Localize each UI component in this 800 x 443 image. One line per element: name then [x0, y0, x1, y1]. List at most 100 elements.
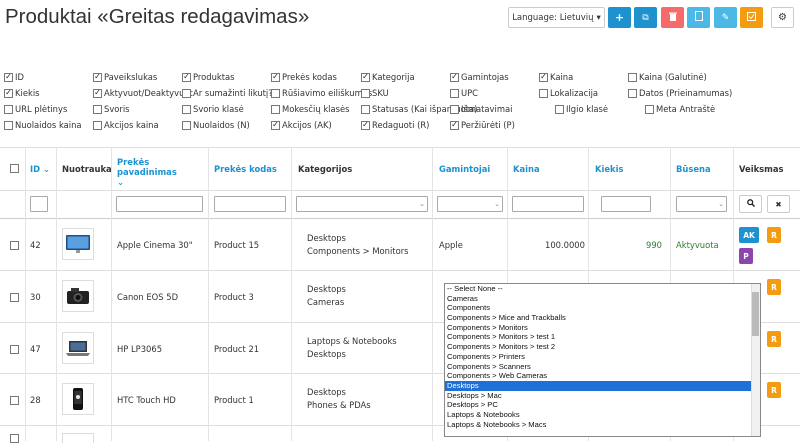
product-quantity[interactable]: 990 — [646, 240, 662, 250]
row-checkbox[interactable] — [10, 241, 19, 250]
header-id[interactable]: ID ⌄ — [30, 164, 50, 174]
view-row-button[interactable]: P — [739, 248, 753, 264]
column-toggle[interactable]: Nuolaidos (N) — [182, 120, 250, 130]
product-category[interactable]: Cameras — [307, 297, 344, 307]
column-toggle[interactable]: SKU — [361, 88, 389, 98]
checkbox[interactable] — [628, 88, 637, 98]
product-model[interactable]: Product 15 — [214, 240, 259, 250]
checkbox[interactable] — [93, 120, 102, 130]
product-model[interactable]: Product 21 — [214, 344, 259, 354]
product-thumbnail[interactable] — [62, 383, 94, 415]
filter-clear-button[interactable]: ✖ — [767, 195, 790, 213]
category-option[interactable]: Components — [445, 303, 760, 313]
checkbox[interactable]: ✓ — [93, 88, 102, 98]
product-name[interactable]: Canon EOS 5D — [117, 292, 178, 302]
column-toggle[interactable]: ✓ ID — [4, 72, 24, 82]
select-all-checkbox[interactable] — [10, 164, 19, 173]
column-toggle[interactable]: Lokalizacija — [539, 88, 598, 98]
edit-row-button[interactable]: R — [767, 227, 781, 243]
column-toggle[interactable]: Datos (Prieinamumas) — [628, 88, 732, 98]
category-option[interactable]: Components > Printers — [445, 352, 760, 362]
product-status[interactable]: Aktyvuota — [676, 240, 719, 250]
checkbox[interactable] — [361, 88, 370, 98]
column-toggle[interactable]: ✓ Kategorija — [361, 72, 415, 82]
column-toggle[interactable]: Svorio klasė — [182, 104, 244, 114]
checkbox[interactable]: ✓ — [182, 72, 191, 82]
column-toggle[interactable]: Išmatavimai — [450, 104, 512, 114]
checkbox[interactable] — [93, 104, 102, 114]
checkbox[interactable] — [182, 88, 191, 98]
column-toggle[interactable]: UPC — [450, 88, 478, 98]
header-manufacturer[interactable]: Gamintojai — [439, 164, 490, 174]
delete-button[interactable] — [661, 7, 684, 28]
column-toggle[interactable]: ✓ Gamintojas — [450, 72, 509, 82]
category-option[interactable]: Desktops > PC — [445, 400, 760, 410]
edit-row-button[interactable]: R — [767, 279, 781, 295]
product-category[interactable]: Desktops — [307, 233, 346, 243]
category-option[interactable]: Laptops & Notebooks — [445, 410, 760, 420]
row-checkbox[interactable] — [10, 293, 19, 302]
category-filter-select[interactable]: ⌄ — [296, 196, 428, 212]
header-name[interactable]: Prekės pavadinimas ⌄ — [117, 157, 205, 187]
add-button[interactable]: + — [608, 7, 631, 28]
product-category[interactable]: Desktops — [307, 387, 346, 397]
id-filter-input[interactable] — [30, 196, 48, 212]
product-model[interactable]: Product 3 — [214, 292, 254, 302]
product-thumbnail[interactable] — [62, 332, 94, 364]
edit-row-button[interactable]: R — [767, 382, 781, 398]
column-toggle[interactable]: ✓ Prekės kodas — [271, 72, 337, 82]
category-option[interactable]: Components > Monitors > test 1 — [445, 332, 760, 342]
checkbox[interactable] — [555, 104, 564, 114]
status-filter-select[interactable]: ⌄ — [676, 196, 727, 212]
language-dropdown[interactable]: Language: Lietuvių ▾ — [508, 7, 605, 28]
product-category[interactable]: Laptops & Notebooks — [307, 336, 397, 346]
product-category[interactable]: Components > Monitors — [307, 246, 409, 256]
category-option[interactable]: -- Select None -- — [445, 284, 760, 294]
header-model[interactable]: Prekės kodas — [214, 164, 277, 174]
column-toggle[interactable]: Ilgio klasė — [555, 104, 608, 114]
column-toggle[interactable]: ✓ Aktyvuot/Deaktyvuot — [93, 88, 193, 98]
price-filter-input[interactable] — [512, 196, 584, 212]
checkbox[interactable]: ✓ — [271, 120, 280, 130]
product-name[interactable]: HTC Touch HD — [117, 395, 176, 405]
checkbox[interactable] — [450, 104, 459, 114]
header-price[interactable]: Kaina — [513, 164, 540, 174]
category-option[interactable]: Components > Monitors > test 2 — [445, 342, 760, 352]
checkbox[interactable] — [271, 88, 280, 98]
filter-search-button[interactable] — [739, 195, 762, 213]
copy-button[interactable]: ⧉ — [634, 7, 657, 28]
row-checkbox[interactable] — [10, 396, 19, 405]
checkbox[interactable] — [450, 88, 459, 98]
category-option[interactable]: Desktops — [445, 380, 760, 391]
column-toggle[interactable]: ✓ Paveikslukas — [93, 72, 157, 82]
column-toggle[interactable]: Rūšiavimo eiliškumas — [271, 88, 372, 98]
product-name[interactable]: HP LP3065 — [117, 344, 162, 354]
category-option[interactable]: Laptops & Notebooks > Macs — [445, 420, 760, 430]
column-toggle[interactable]: ✓ Peržiūrėti (P) — [450, 120, 515, 130]
column-toggle[interactable]: Mokesčių klasės — [271, 104, 350, 114]
checkbox[interactable] — [4, 120, 13, 130]
checkbox[interactable]: ✓ — [4, 88, 13, 98]
checkbox[interactable] — [271, 104, 280, 114]
category-option[interactable]: Components > Monitors — [445, 323, 760, 333]
product-category[interactable]: Phones & PDAs — [307, 400, 371, 410]
checkbox[interactable] — [645, 104, 654, 114]
checkbox[interactable] — [182, 104, 191, 114]
checkbox[interactable]: ✓ — [450, 72, 459, 82]
row-checkbox[interactable] — [10, 434, 19, 443]
checkbox[interactable]: ✓ — [450, 120, 459, 130]
listbox-scrollbar[interactable] — [751, 284, 760, 436]
checkbox[interactable] — [628, 72, 637, 82]
checkbox[interactable] — [539, 88, 548, 98]
checkbox[interactable] — [182, 120, 191, 130]
column-toggle[interactable]: ✓ Akcijos (AK) — [271, 120, 332, 130]
row-checkbox[interactable] — [10, 345, 19, 354]
edit-button[interactable]: ✎ — [714, 7, 737, 28]
manufacturer-filter-select[interactable]: ⌄ — [437, 196, 503, 212]
name-filter-input[interactable] — [116, 196, 203, 212]
column-toggle[interactable]: ✓ Redaguoti (R) — [361, 120, 429, 130]
checkbox[interactable] — [361, 104, 370, 114]
category-option[interactable]: Components > Web Cameras — [445, 371, 760, 381]
column-toggle[interactable]: Akcijos kaina — [93, 120, 159, 130]
category-option[interactable]: Components > Mice and Trackballs — [445, 313, 760, 323]
